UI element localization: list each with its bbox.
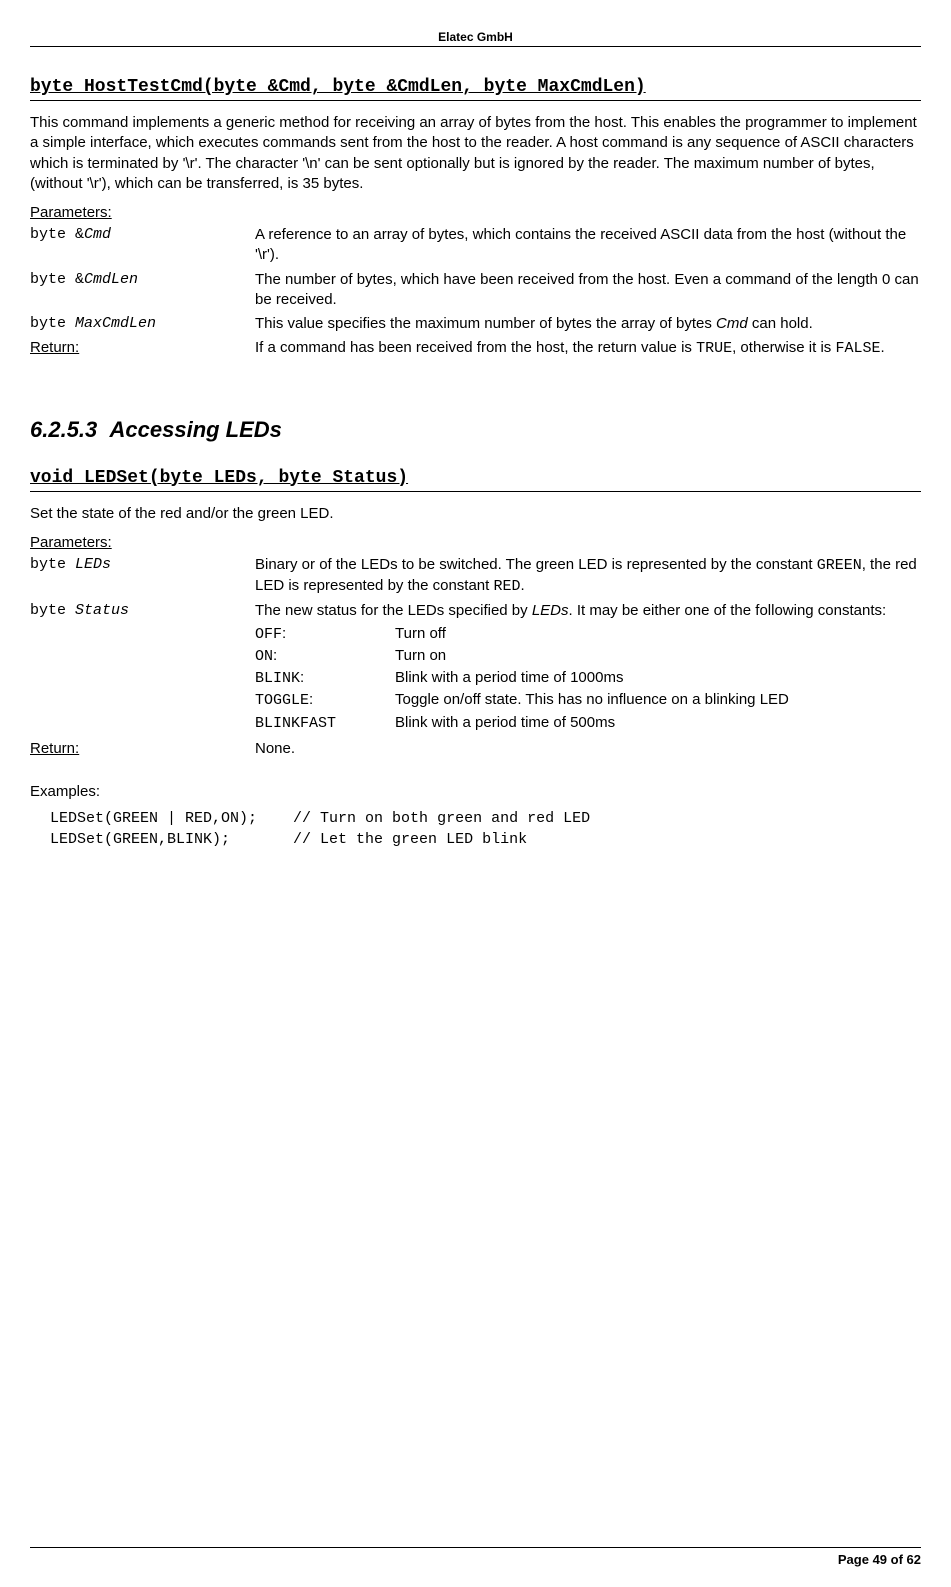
- return-row: Return: None.: [30, 737, 921, 761]
- section-title: Accessing LEDs: [110, 417, 282, 442]
- ledset-signature: void LEDSet(byte LEDs, byte Status): [30, 468, 921, 492]
- param-desc: The number of bytes, which have been rec…: [255, 268, 921, 313]
- param-name-prefix: byte: [30, 602, 75, 619]
- examples-label: Examples:: [30, 783, 921, 800]
- param-row: byte Status The new status for the LEDs …: [30, 599, 921, 737]
- return-row: Return: If a command has been received f…: [30, 336, 921, 361]
- param-name-prefix: byte &: [30, 271, 84, 288]
- return-label: Return:: [30, 336, 255, 361]
- host-test-cmd-signature: byte HostTestCmd(byte &Cmd, byte &CmdLen…: [30, 77, 921, 101]
- parameters-label: Parameters:: [30, 204, 921, 221]
- return-desc: None.: [255, 737, 921, 761]
- param-desc: The new status for the LEDs specified by…: [255, 599, 921, 737]
- ledset-params: byte LEDs Binary or of the LEDs to be sw…: [30, 553, 921, 761]
- param-name-prefix: byte &: [30, 226, 84, 243]
- param-name: MaxCmdLen: [75, 315, 156, 332]
- param-name-prefix: byte: [30, 315, 75, 332]
- ledset-desc: Set the state of the red and/or the gree…: [30, 504, 921, 524]
- return-label: Return:: [30, 737, 255, 761]
- section-heading: 6.2.5.3 Accessing LEDs: [30, 417, 921, 443]
- parameters-label: Parameters:: [30, 534, 921, 551]
- param-row: byte &Cmd A reference to an array of byt…: [30, 223, 921, 268]
- host-test-cmd-params: byte &Cmd A reference to an array of byt…: [30, 223, 921, 362]
- page-footer: Page 49 of 62: [30, 1547, 921, 1567]
- param-name: LEDs: [75, 556, 111, 573]
- param-row: byte MaxCmdLen This value specifies the …: [30, 312, 921, 336]
- param-row: byte LEDs Binary or of the LEDs to be sw…: [30, 553, 921, 600]
- status-constants-table: OFF:Turn off ON:Turn on BLINK:Blink with…: [255, 624, 789, 735]
- param-desc: A reference to an array of bytes, which …: [255, 223, 921, 268]
- section-number: 6.2.5.3: [30, 417, 97, 442]
- param-row: byte &CmdLen The number of bytes, which …: [30, 268, 921, 313]
- header-company: Elatec GmbH: [30, 30, 921, 47]
- param-name-prefix: byte: [30, 556, 75, 573]
- param-desc: Binary or of the LEDs to be switched. Th…: [255, 553, 921, 600]
- host-test-cmd-desc: This command implements a generic method…: [30, 113, 921, 194]
- return-desc: If a command has been received from the …: [255, 336, 921, 361]
- param-name: Status: [75, 602, 129, 619]
- param-desc: This value specifies the maximum number …: [255, 312, 921, 336]
- param-name: Cmd: [84, 226, 111, 243]
- param-name: CmdLen: [84, 271, 138, 288]
- ledset-example-code: LEDSet(GREEN | RED,ON); // Turn on both …: [50, 808, 921, 850]
